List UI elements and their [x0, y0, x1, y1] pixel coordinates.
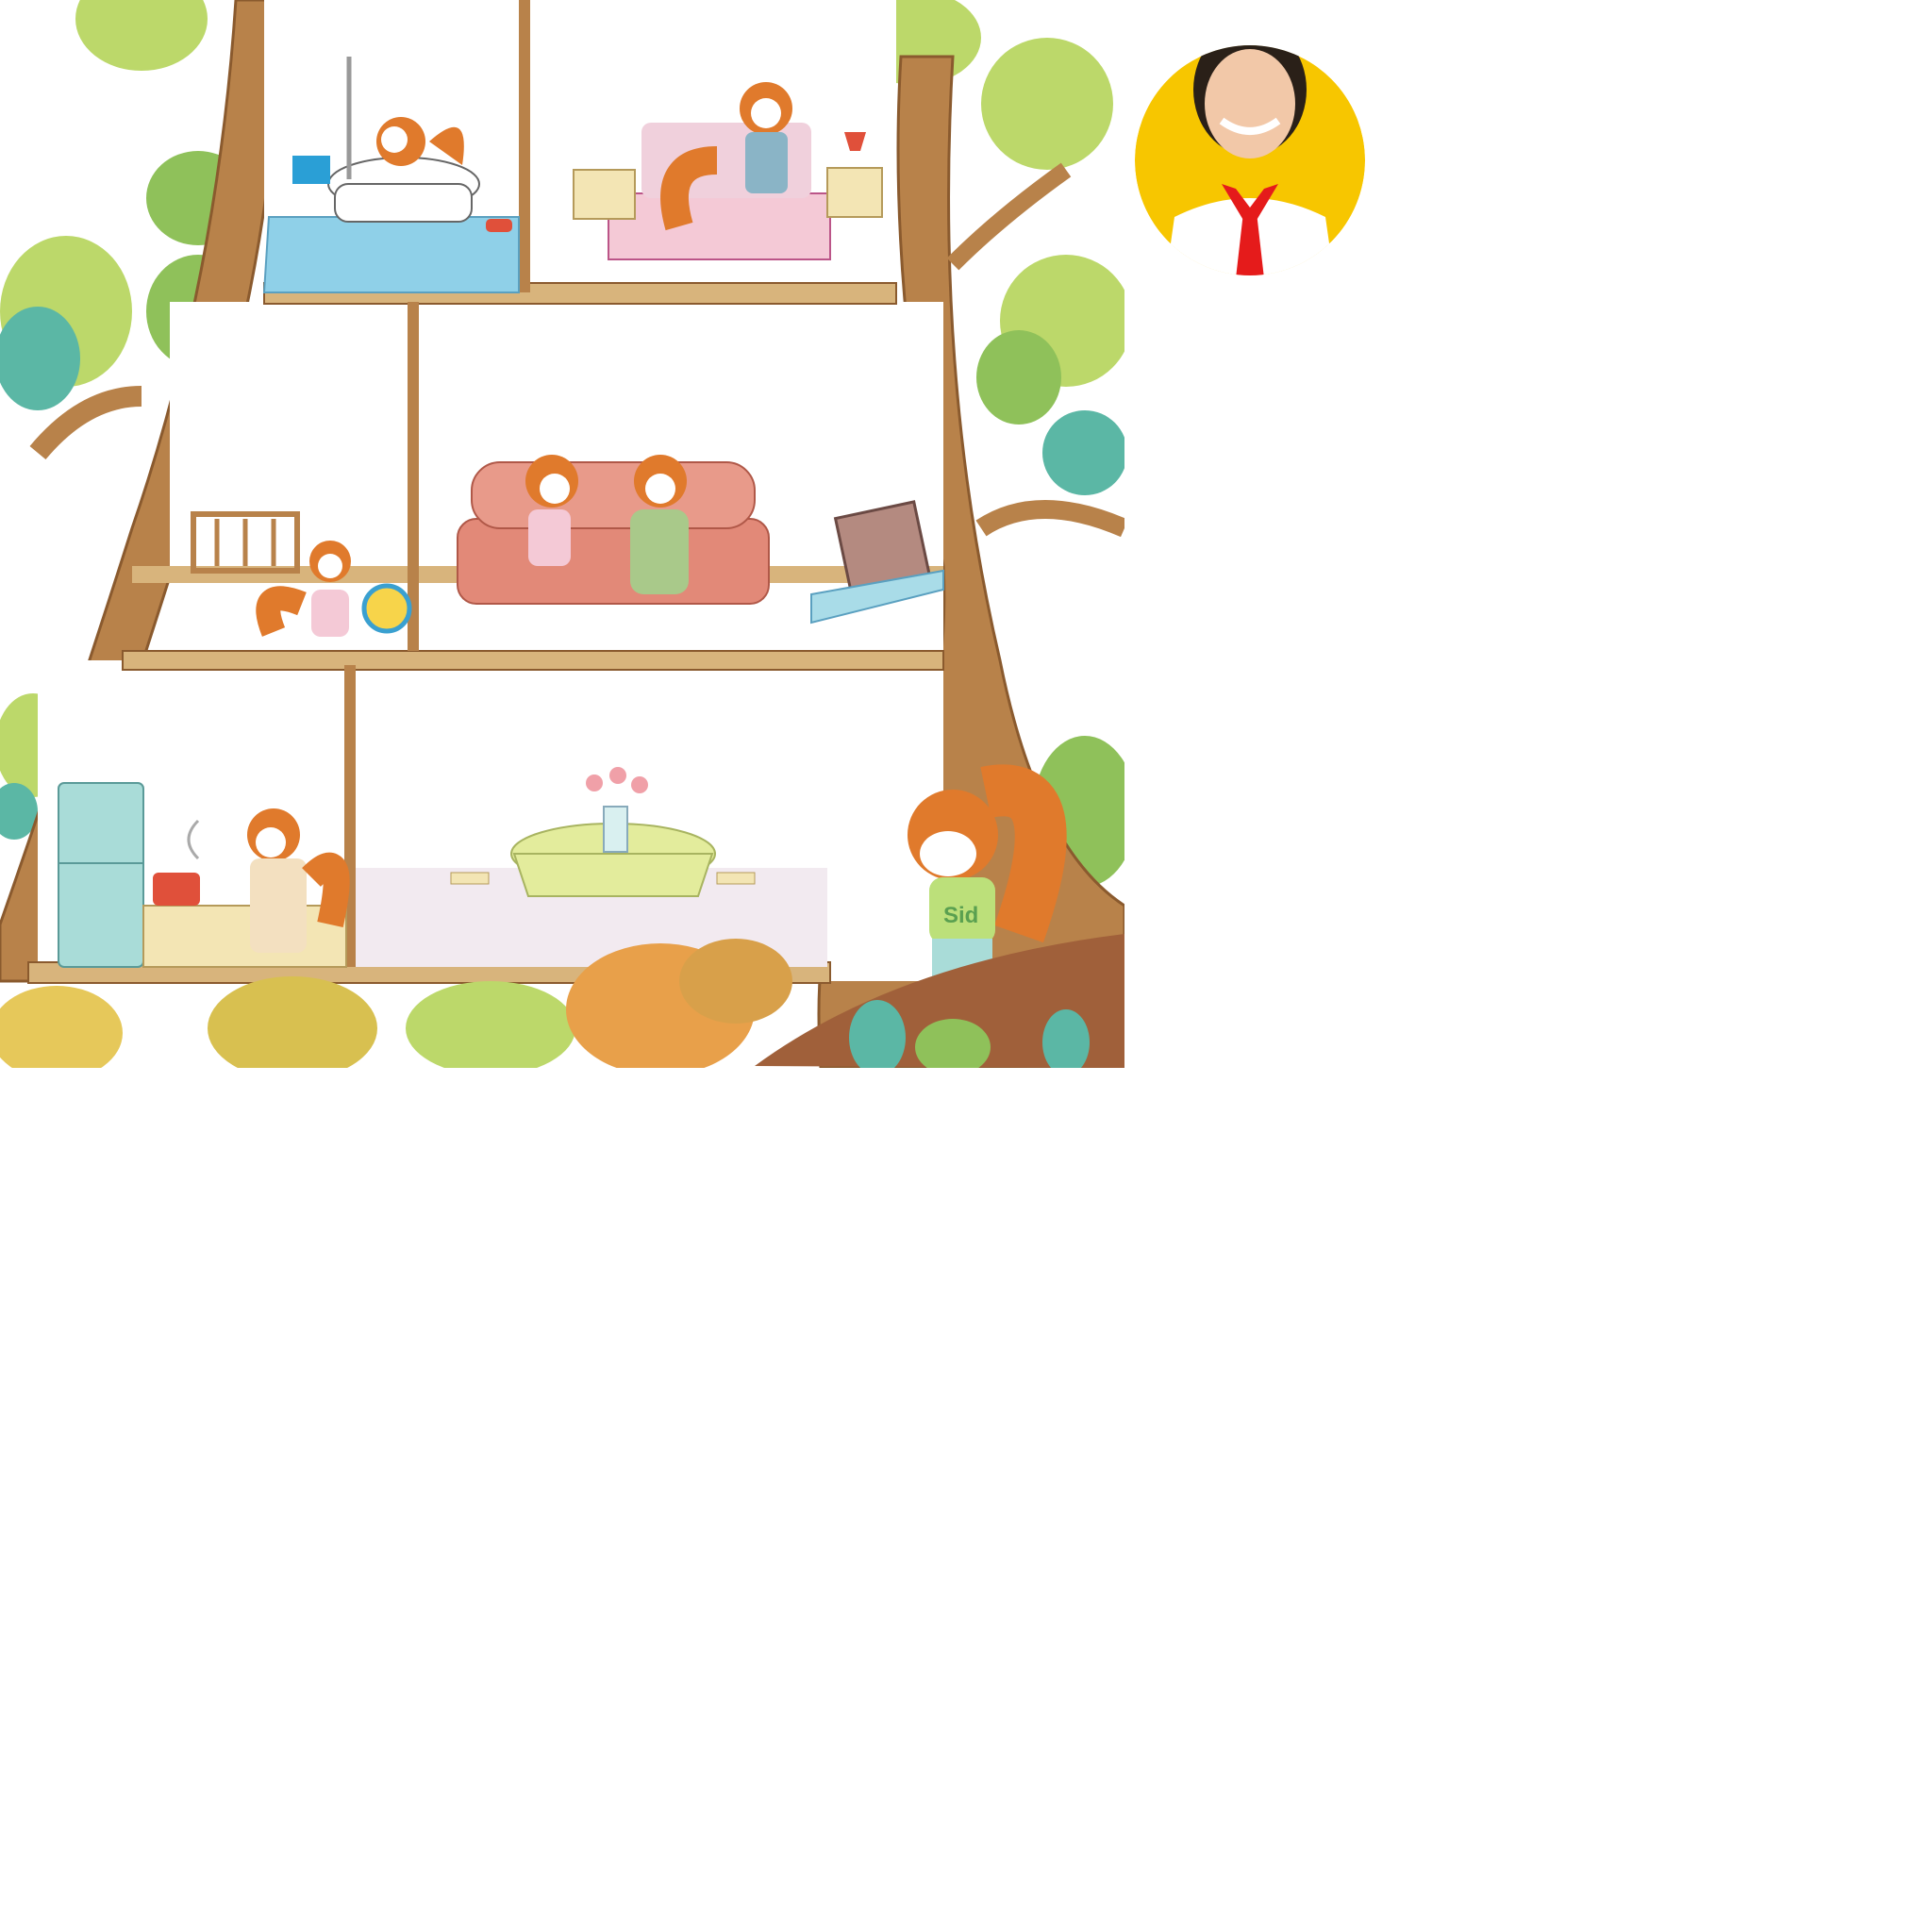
student-avatar	[1135, 45, 1365, 275]
treehouse-illustration: Sid	[0, 0, 1124, 1068]
shirt-label: Sid	[943, 903, 978, 928]
